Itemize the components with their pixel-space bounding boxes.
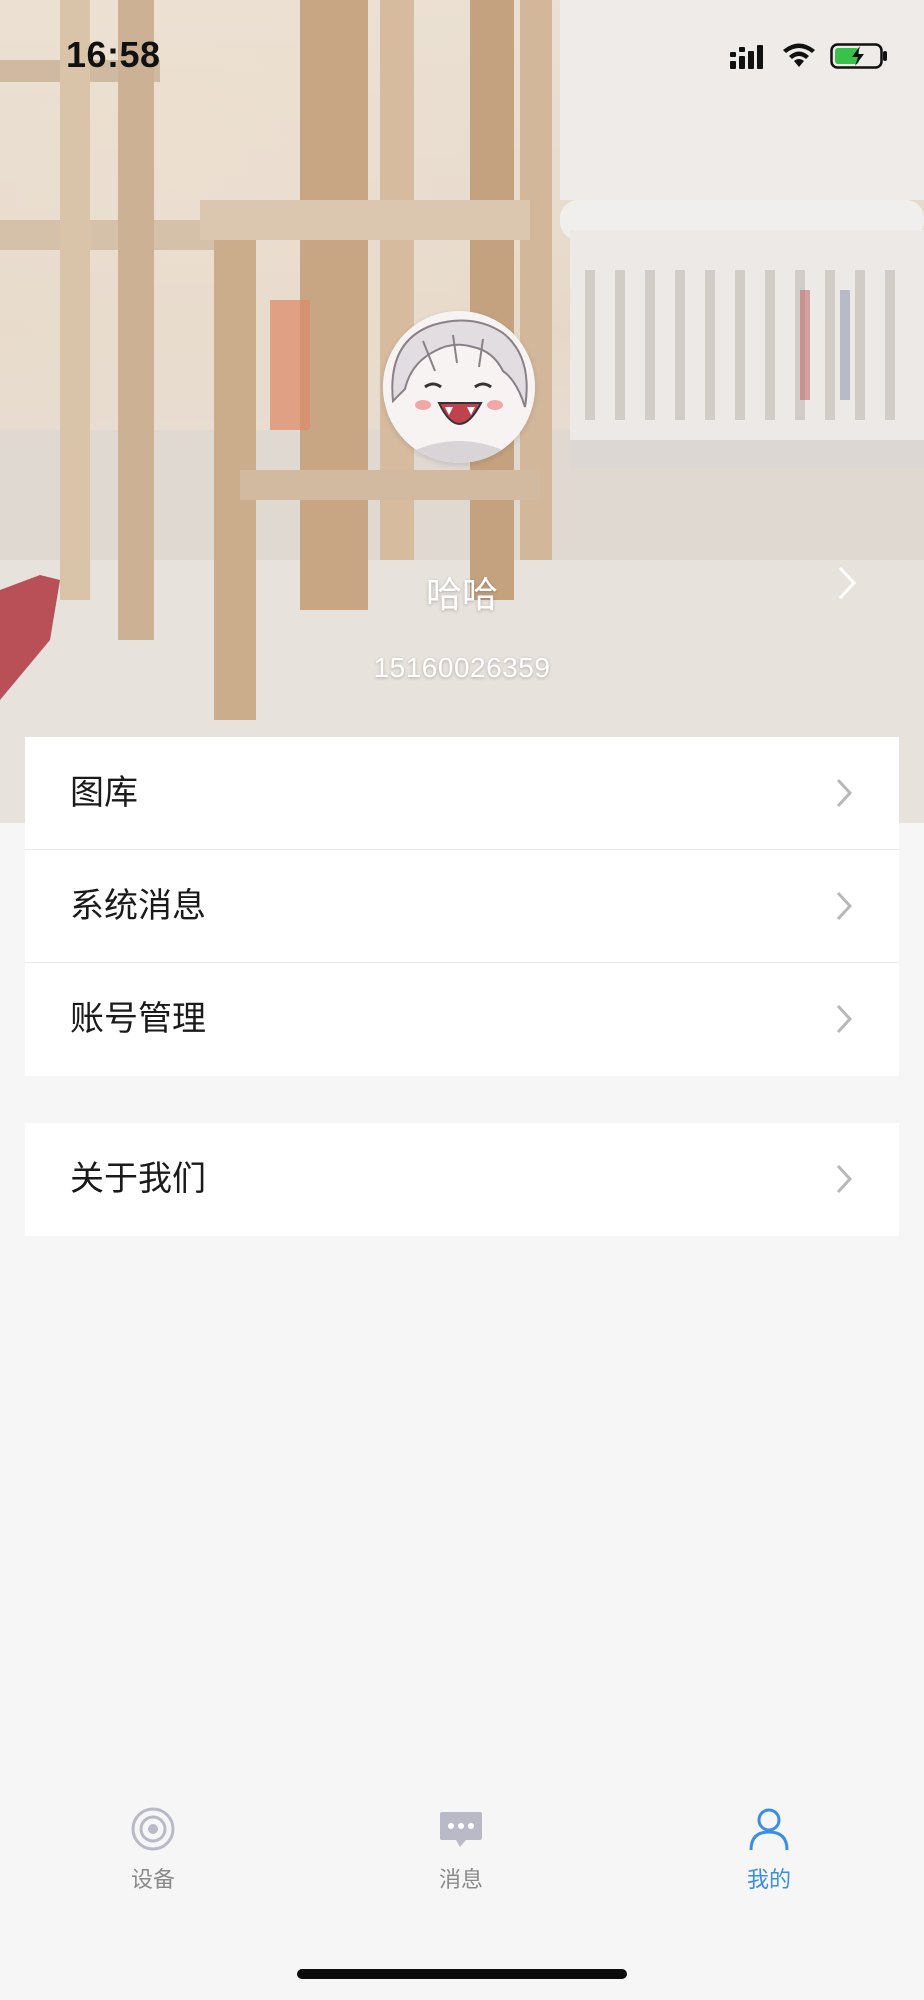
- menu-item-account-management[interactable]: 账号管理: [25, 963, 899, 1076]
- menu-item-label: 账号管理: [70, 999, 206, 1039]
- menu-item-gallery[interactable]: 图库: [25, 737, 899, 850]
- tab-label: 设备: [130, 1868, 175, 1893]
- profile-name[interactable]: 哈哈: [0, 566, 924, 618]
- menu-group-main: 图库 系统消息 账号管理: [25, 737, 899, 1076]
- tab-mine[interactable]: 我的: [689, 1806, 849, 1916]
- status-time: 16:58: [66, 34, 161, 75]
- profile-phone: 15160026359: [373, 652, 551, 683]
- tab-label: 我的: [746, 1868, 791, 1893]
- device-icon: [131, 1807, 175, 1851]
- person-icon: [749, 1808, 789, 1851]
- avatar[interactable]: [383, 311, 535, 463]
- tab-messages[interactable]: 消息: [381, 1806, 541, 1916]
- status-icons: [730, 38, 888, 74]
- battery-icon: [830, 43, 887, 69]
- tab-device[interactable]: 设备: [73, 1806, 233, 1916]
- menu-item-label: 关于我们: [70, 1159, 206, 1199]
- menu-group-about: 关于我们: [25, 1123, 899, 1236]
- chevron-right-icon: [836, 891, 853, 921]
- avatar-image: [383, 311, 535, 463]
- menu-item-label: 图库: [70, 773, 138, 813]
- chevron-right-icon: [836, 1164, 853, 1194]
- signal-icon: [730, 45, 763, 69]
- status-bar: 16:58: [0, 0, 924, 112]
- home-indicator: [297, 1969, 627, 1979]
- menu-item-system-messages[interactable]: 系统消息: [25, 850, 899, 963]
- tab-label: 消息: [438, 1868, 483, 1893]
- wifi-icon: [783, 43, 815, 67]
- menu-item-label: 系统消息: [70, 886, 206, 926]
- chevron-right-icon: [836, 778, 853, 808]
- chevron-right-icon: [836, 1004, 853, 1034]
- menu-item-about-us[interactable]: 关于我们: [25, 1123, 899, 1236]
- chevron-right-icon[interactable]: [836, 565, 860, 601]
- message-icon: [440, 1812, 482, 1847]
- tab-bar: 设备 消息 我的: [0, 1806, 924, 1916]
